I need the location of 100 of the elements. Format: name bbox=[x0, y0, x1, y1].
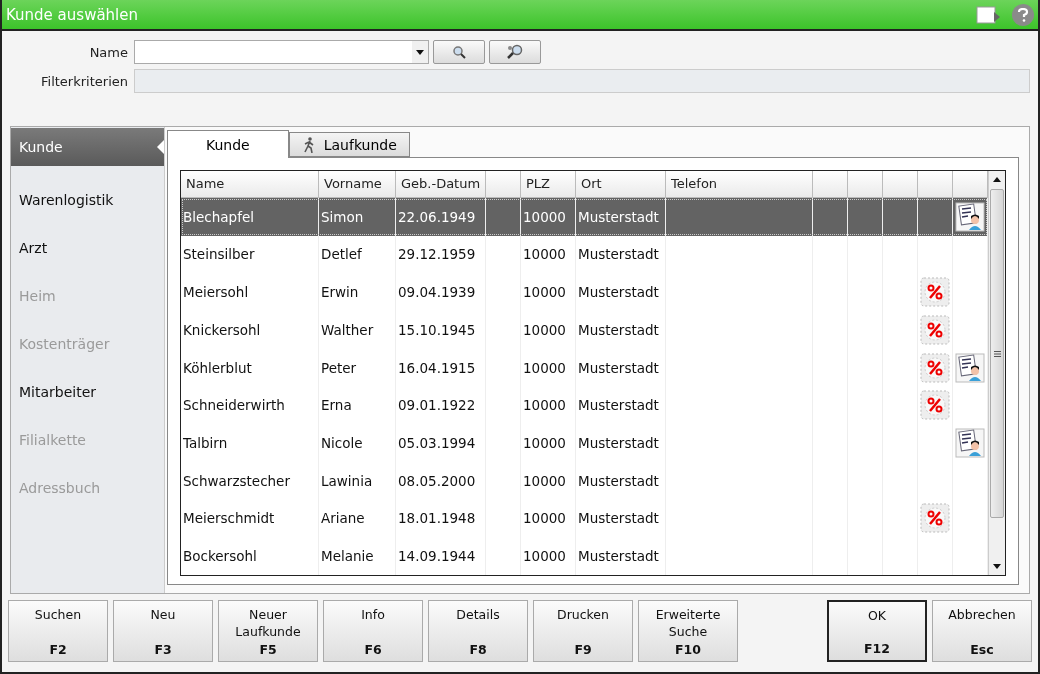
column-header[interactable] bbox=[848, 171, 883, 197]
table-cell: Walther bbox=[319, 310, 396, 349]
name-combobox[interactable] bbox=[134, 40, 429, 64]
table-cell: Talbirn bbox=[181, 424, 319, 462]
table-cell: 18.01.1948 bbox=[396, 499, 486, 538]
column-header[interactable]: PLZ bbox=[521, 171, 576, 197]
table-cell: Schneiderwirth bbox=[181, 386, 319, 425]
function-key-button[interactable]: Neuer Laufkunde F5 bbox=[218, 600, 318, 662]
function-key-button[interactable]: Details F8 bbox=[428, 600, 528, 662]
table-row[interactable]: Meiersohl Erwin 09.04.1939 10000 Musterstadt bbox=[181, 273, 988, 311]
table-cell: Ariane bbox=[319, 499, 396, 538]
column-header[interactable]: Ort bbox=[576, 171, 666, 197]
table-cell: Erwin bbox=[319, 273, 396, 311]
table-cell: 05.03.1994 bbox=[396, 424, 486, 462]
table-cell: Musterstadt bbox=[576, 310, 666, 349]
function-key-button[interactable]: Abbrechen Esc bbox=[932, 600, 1032, 662]
table-cell: Musterstadt bbox=[576, 348, 666, 387]
table-cell: 10000 bbox=[521, 235, 576, 274]
table-cell: 15.10.1945 bbox=[396, 310, 486, 349]
function-key-button[interactable]: Suchen F2 bbox=[8, 600, 108, 662]
table-cell: 08.05.2000 bbox=[396, 461, 486, 500]
column-header[interactable]: Telefon bbox=[666, 171, 813, 197]
column-header[interactable] bbox=[813, 171, 848, 197]
table-cell: 22.06.1949 bbox=[396, 197, 486, 236]
function-key-button[interactable]: Erweiterte Suche F10 bbox=[638, 600, 738, 662]
window-title: Kunde auswählen bbox=[6, 5, 139, 24]
table-cell: Musterstadt bbox=[576, 424, 666, 462]
table-cell: Köhlerblut bbox=[181, 348, 319, 387]
table-cell: Knickersohl bbox=[181, 310, 319, 349]
dropdown-caret-icon bbox=[416, 49, 424, 55]
table-cell: Steinsilber bbox=[181, 235, 319, 274]
column-header[interactable] bbox=[918, 171, 953, 197]
table-cell: Meierschmidt bbox=[181, 499, 319, 538]
table-cell: 09.01.1922 bbox=[396, 386, 486, 425]
table-cell: Lawinia bbox=[319, 461, 396, 500]
sidebar-item[interactable]: Kunde bbox=[11, 128, 164, 166]
table-cell: 10000 bbox=[521, 273, 576, 311]
discount-icon bbox=[920, 277, 950, 308]
table-cell: 10000 bbox=[521, 424, 576, 462]
table-row[interactable]: Knickersohl Walther 15.10.1945 10000 Musterstadt bbox=[181, 310, 988, 349]
scrollbar[interactable] bbox=[988, 171, 1005, 575]
scroll-up-icon[interactable] bbox=[993, 177, 1001, 182]
sidebar-item[interactable]: Arzt bbox=[11, 224, 164, 272]
table-cell: Schwarzstecher bbox=[181, 461, 319, 500]
window-icon[interactable] bbox=[976, 5, 1002, 24]
table-cell: Musterstadt bbox=[576, 235, 666, 274]
function-key-button[interactable]: Drucken F9 bbox=[533, 600, 633, 662]
sidebar-item[interactable]: Warenlogistik bbox=[11, 176, 164, 224]
discount-icon bbox=[920, 314, 950, 345]
table-cell: 10000 bbox=[521, 461, 576, 500]
scroll-thumb-grip-icon[interactable] bbox=[993, 350, 1001, 357]
table-cell: Peter bbox=[319, 348, 396, 387]
table-cell: 10000 bbox=[521, 499, 576, 538]
discount-icon bbox=[920, 352, 950, 383]
table-row[interactable]: Meierschmidt Ariane 18.01.1948 10000 Musterstadt bbox=[181, 499, 988, 538]
table-row[interactable]: Blechapfel Simon 22.06.1949 10000 Musterstadt bbox=[181, 197, 988, 236]
table-row[interactable]: Schneiderwirth Erna 09.01.1922 10000 Musterstadt bbox=[181, 386, 988, 425]
table-cell: 09.04.1939 bbox=[396, 273, 486, 311]
column-header[interactable] bbox=[486, 171, 521, 197]
table-cell: 16.04.1915 bbox=[396, 348, 486, 387]
table-row[interactable]: Steinsilber Detlef 29.12.1959 10000 Musterstadt bbox=[181, 235, 988, 274]
table-row[interactable]: Bockersohl Melanie 14.09.1944 10000 Musterstadt bbox=[181, 537, 988, 575]
discount-icon bbox=[920, 390, 950, 421]
table-cell: 10000 bbox=[521, 386, 576, 425]
table-cell: Simon bbox=[319, 197, 396, 236]
table-cell: Melanie bbox=[319, 537, 396, 575]
table-cell: Musterstadt bbox=[576, 197, 666, 236]
column-header[interactable]: Name bbox=[181, 171, 319, 197]
walking-person-icon bbox=[301, 136, 316, 153]
table-cell: 29.12.1959 bbox=[396, 235, 486, 274]
column-header[interactable]: Geb.-Datum bbox=[396, 171, 486, 197]
tab[interactable]: Kunde bbox=[167, 130, 289, 158]
table-cell: Nicole bbox=[319, 424, 396, 462]
column-header[interactable] bbox=[953, 171, 988, 197]
column-header[interactable]: Vorname bbox=[319, 171, 396, 197]
help-icon[interactable] bbox=[1012, 3, 1034, 26]
table-cell: 10000 bbox=[521, 197, 576, 236]
function-key-button[interactable]: Info F6 bbox=[323, 600, 423, 662]
column-header[interactable] bbox=[883, 171, 918, 197]
tab[interactable]: Laufkunde bbox=[288, 132, 410, 157]
sidebar-item[interactable]: Mitarbeiter bbox=[11, 368, 164, 416]
advanced-search-button[interactable] bbox=[489, 40, 541, 64]
contact-card-icon bbox=[955, 428, 985, 458]
table-row[interactable]: Köhlerblut Peter 16.04.1915 10000 Musterstadt bbox=[181, 348, 988, 387]
table-cell: Musterstadt bbox=[576, 461, 666, 500]
scroll-down-icon[interactable] bbox=[993, 564, 1001, 569]
function-key-button[interactable]: Neu F3 bbox=[113, 600, 213, 662]
contact-card-icon bbox=[955, 201, 985, 232]
search-icon bbox=[452, 45, 466, 59]
table-row[interactable]: Talbirn Nicole 05.03.1994 10000 Musterstadt bbox=[181, 424, 988, 462]
name-label: Name bbox=[88, 44, 128, 60]
search-button[interactable] bbox=[433, 40, 485, 64]
table-cell: 10000 bbox=[521, 537, 576, 575]
function-key-button[interactable]: OK F12 bbox=[827, 600, 927, 662]
contact-card-icon bbox=[955, 352, 985, 383]
table-cell: Meiersohl bbox=[181, 273, 319, 311]
table-cell: 10000 bbox=[521, 348, 576, 387]
table-cell: 14.09.1944 bbox=[396, 537, 486, 575]
table-cell: 10000 bbox=[521, 310, 576, 349]
table-row[interactable]: Schwarzstecher Lawinia 08.05.2000 10000 Musterstadt bbox=[181, 461, 988, 500]
